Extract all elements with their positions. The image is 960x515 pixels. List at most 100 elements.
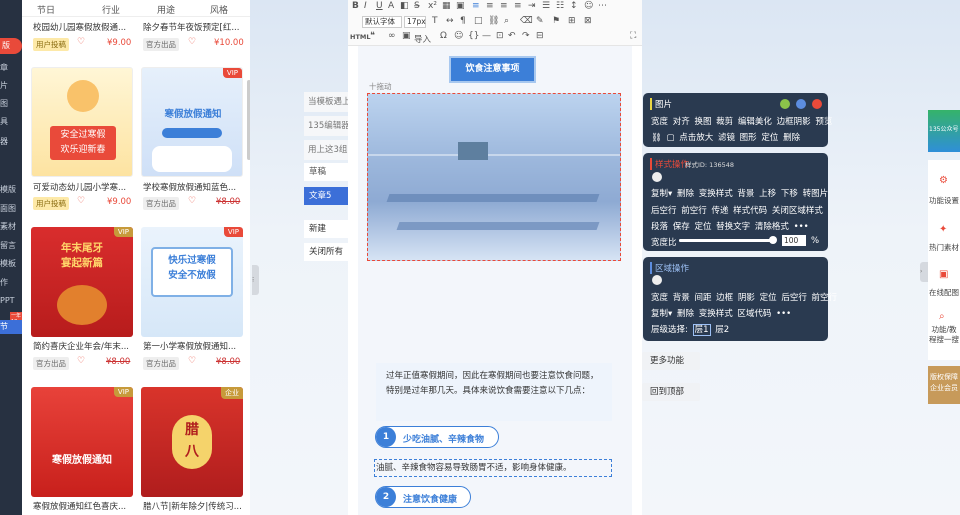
op-paragraph[interactable]: 段落 [651,222,668,232]
nav-item[interactable]: PPT [0,296,22,305]
highlight-icon[interactable]: ◧ [400,1,409,11]
smile-icon[interactable]: ☺ [454,31,463,41]
op-move-down[interactable]: 下移 [781,189,798,199]
favorite-heart-icon[interactable]: ♡ [77,196,85,206]
tab-festival[interactable]: 节日 [37,3,55,16]
op-align[interactable]: 对齐 [673,117,690,127]
help-icon[interactable] [796,99,806,109]
brush-icon[interactable]: ✎ [536,16,544,26]
op-filter[interactable]: 滤镜 [718,133,735,143]
doc-link[interactable]: 当模板遇上 [304,92,348,112]
op-position[interactable]: 定位 [761,133,778,143]
letter-spacing-icon[interactable]: ↔ [446,16,454,26]
op-position[interactable]: 定位 [760,293,777,303]
font-family-select[interactable]: 默认字体 [362,16,402,28]
nav-item[interactable]: 模板 [0,258,22,269]
op-space-after[interactable]: 后空行 [781,293,807,303]
settings-icon[interactable]: ⚙ [939,176,949,186]
template-thumbnail[interactable]: 安全过寒假 欢乐迎新春 [31,67,133,177]
intro-paragraph[interactable]: 过年正值寒假期间，因此在寒假期间也要注意饮食问题，特别是过年那几天。具体来说饮食… [376,363,612,421]
template-card-title[interactable]: 寒假放假通知红色喜庆... [33,500,139,512]
op-delete[interactable]: 删除 [783,133,800,143]
pin-icon[interactable] [780,99,790,109]
align-left-icon[interactable]: ≡ [472,1,480,11]
op-clear-format[interactable]: 清除格式 [755,222,789,232]
template-card-title[interactable]: 简约喜庆企业年会/年末... [33,340,139,352]
op-space-before[interactable]: 前空行 [681,206,707,216]
nav-item-festival[interactable]: 节 [0,320,22,334]
op-copy[interactable]: 复制 [651,309,668,319]
draft-item-active[interactable]: 文章5 [304,187,350,205]
code-icon[interactable]: {} [468,31,479,41]
redo-icon[interactable]: ↷ [522,31,530,41]
doc-link[interactable]: 135编辑器 [304,116,348,136]
align-center-icon[interactable]: ≡ [486,1,494,11]
op-width[interactable]: 宽度 [651,117,668,127]
op-save[interactable]: 保存 [673,222,690,232]
embed-icon[interactable]: ⊡ [496,31,504,41]
op-locate[interactable]: 定位 [694,222,711,232]
tab-industry[interactable]: 行业 [102,3,120,16]
op-copy[interactable]: 复制 [651,189,668,199]
fullscreen-icon[interactable]: ⛶ [630,31,636,41]
op-click-zoom[interactable]: 点击放大 [679,133,713,143]
favorite-heart-icon[interactable]: ♡ [188,196,196,206]
favorite-heart-icon[interactable]: ♡ [188,356,196,366]
op-style-code[interactable]: 样式代码 [733,206,767,216]
paragraph-icon[interactable]: ¶ [460,16,466,26]
template-card-title[interactable]: 腊八节|新年除夕|传统习... [143,500,249,512]
op-move-up[interactable]: 上移 [759,189,776,199]
list-icon[interactable]: ☰ [542,1,550,11]
width-slider[interactable] [679,236,777,244]
emoji-icon[interactable]: ☺ [584,1,593,11]
checkbox-icon[interactable]: ▢ [667,133,675,143]
back-to-top-button[interactable]: 回到顶部 [642,383,700,401]
omega-icon[interactable]: Ω [440,31,447,41]
nav-item[interactable]: 片 [0,80,22,91]
width-input[interactable]: 100 [782,235,806,246]
template-icon[interactable]: ⊟ [536,31,544,41]
more-icon[interactable]: ⋯ [598,1,607,11]
template-thumbnail[interactable]: VIP 快乐过寒假 安全不放假 [141,227,243,337]
op-space-after[interactable]: 后空行 [651,206,677,216]
op-background[interactable]: 背景 [737,189,754,199]
collapse-panel-handle[interactable]: ⁝ [252,265,259,295]
drag-handle[interactable]: 十拖动 [369,81,392,92]
op-region-code[interactable]: 区域代码 [737,309,771,319]
template-card-title[interactable]: 学校寒假放假通知蓝色... [143,181,249,193]
more-features-button[interactable]: 更多功能 [642,352,700,370]
width-slider-handle[interactable] [769,236,777,244]
op-replace-image[interactable]: 换图 [694,117,711,127]
nav-item[interactable]: 章 [0,62,22,73]
rightbar-search[interactable]: 功能/教程搜一搜 [928,325,960,345]
nav-item[interactable]: 面图 [0,203,22,214]
justify-icon[interactable]: ≡ [514,1,522,11]
numbered-list-icon[interactable]: ☷ [556,1,564,11]
align-right-icon[interactable]: ≡ [500,1,508,11]
radio-icon[interactable] [652,275,662,285]
hr-icon[interactable]: — [482,31,491,41]
op-width[interactable]: 宽度 [651,293,668,303]
template-thumbnail[interactable]: VIP 年末尾牙 宴起新篇 [31,227,133,337]
copyright-banner[interactable]: 版权保障 企业会员 [928,366,960,404]
link-icon[interactable]: ⛓ [488,16,499,26]
search-icon[interactable]: ⌕ [939,312,949,322]
subscript-icon[interactable]: x² [428,1,437,11]
op-shape[interactable]: 图形 [740,133,757,143]
op-spacing[interactable]: 间距 [694,293,711,303]
strike-icon[interactable]: S̶ [414,1,420,11]
hot-materials-icon[interactable]: ✦ [939,225,949,235]
nav-item[interactable]: 素材 [0,221,22,232]
rightbar-hot-materials[interactable]: 热门素材 [928,242,960,253]
op-change-style[interactable]: 变换样式 [699,189,733,199]
close-icon[interactable] [812,99,822,109]
classroom-image[interactable] [367,93,621,261]
format-painter-icon[interactable]: ⚑ [552,16,560,26]
op-background[interactable]: 背景 [673,293,690,303]
template-thumbnail[interactable]: VIP 寒假放假通知 [141,67,243,177]
eraser-icon[interactable]: ⌫ [520,16,533,26]
op-crop[interactable]: 裁剪 [716,117,733,127]
layer-2-button[interactable]: 层2 [715,325,729,335]
undo-icon[interactable]: ↶ [508,31,516,41]
op-border-shadow[interactable]: 边框阴影 [777,117,811,127]
